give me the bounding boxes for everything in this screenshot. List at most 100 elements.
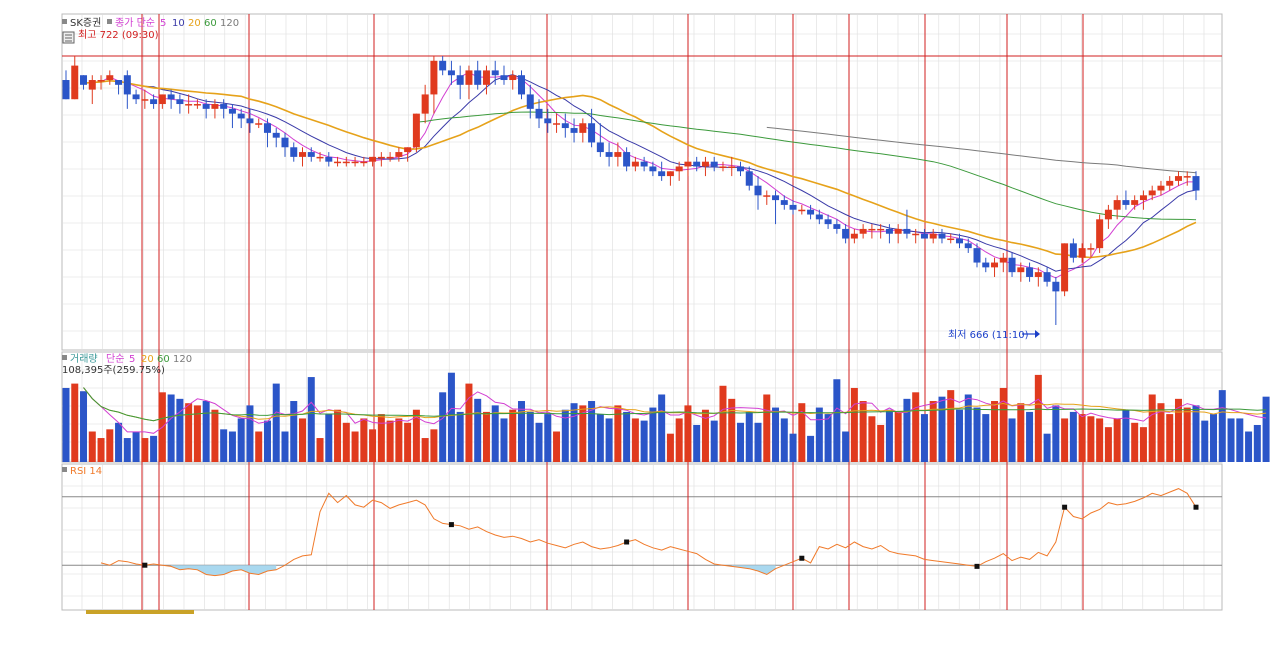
candle-body bbox=[606, 152, 613, 157]
candle-body bbox=[623, 152, 630, 166]
candle-body bbox=[667, 171, 674, 176]
volume-bar bbox=[921, 414, 928, 462]
ma-legend-bullet bbox=[107, 19, 112, 24]
candle-body bbox=[509, 75, 516, 80]
candle-body bbox=[921, 234, 928, 239]
volume-bar bbox=[1017, 403, 1024, 462]
volume-bar bbox=[518, 401, 525, 462]
candle-body bbox=[168, 94, 175, 99]
stock-name[interactable]: SK증권 bbox=[70, 17, 101, 29]
volume-bar bbox=[711, 421, 718, 462]
candle-body bbox=[89, 80, 96, 90]
volume-bar bbox=[903, 399, 910, 462]
volume-bar bbox=[185, 403, 192, 462]
volume-bar bbox=[325, 414, 332, 462]
volume-bar bbox=[343, 423, 350, 462]
candle-body bbox=[360, 162, 367, 164]
candle-body bbox=[982, 263, 989, 268]
candle-body bbox=[903, 229, 910, 234]
candle-body bbox=[211, 104, 218, 109]
ma-legend-title: 종가 단순 bbox=[115, 17, 155, 29]
volume-bar bbox=[273, 384, 280, 462]
candle-body bbox=[693, 162, 700, 167]
candle-body bbox=[395, 152, 402, 157]
volume-bar bbox=[1061, 418, 1068, 462]
candle-body bbox=[860, 229, 867, 234]
volume-bar bbox=[89, 432, 96, 462]
volume-bar bbox=[150, 436, 157, 462]
volume-bar bbox=[1026, 412, 1033, 462]
volume-bar bbox=[220, 429, 227, 462]
volume-bar bbox=[281, 432, 288, 462]
chart-canvas: SK증권 종가 단순 5 10 20 60 120 최고 722 (09:30)… bbox=[0, 0, 1284, 659]
candle-body bbox=[387, 157, 394, 159]
candle-body bbox=[238, 114, 245, 119]
candle-body bbox=[422, 94, 429, 113]
candle-body bbox=[483, 70, 490, 84]
candle-body bbox=[343, 162, 350, 164]
volume-bar bbox=[623, 412, 630, 462]
volume-bar bbox=[527, 412, 534, 462]
volume-bar bbox=[658, 394, 665, 462]
volume-bar bbox=[965, 394, 972, 462]
volume-bar bbox=[229, 432, 236, 462]
volume-bar bbox=[98, 438, 105, 462]
volume-bar bbox=[1140, 427, 1147, 462]
candle-body bbox=[684, 162, 691, 167]
candle-body bbox=[185, 104, 192, 106]
volume-bar bbox=[571, 403, 578, 462]
volume-bar bbox=[133, 432, 140, 462]
volume-bar bbox=[430, 429, 437, 462]
candle-body bbox=[1105, 210, 1112, 220]
candle-body bbox=[176, 99, 183, 104]
candle-body bbox=[991, 263, 998, 268]
volume-bar bbox=[877, 425, 884, 462]
candle-body bbox=[246, 118, 253, 123]
volume-bar bbox=[1070, 412, 1077, 462]
candle-body bbox=[115, 80, 122, 85]
volume-bar bbox=[851, 388, 858, 462]
candle-body bbox=[1140, 195, 1147, 200]
volume-bar bbox=[168, 394, 175, 462]
volume-bar bbox=[982, 414, 989, 462]
volume-bar bbox=[1009, 418, 1016, 462]
volume-bar bbox=[439, 392, 446, 462]
volume-bar bbox=[1079, 414, 1086, 462]
candle-body bbox=[290, 147, 297, 157]
volume-bar bbox=[816, 408, 823, 462]
candle-body bbox=[352, 162, 359, 164]
volume-value: 108,395주(259.75%) bbox=[62, 365, 165, 376]
volume-bar bbox=[246, 405, 253, 462]
candle-body bbox=[1009, 258, 1016, 272]
calculator-icon[interactable] bbox=[63, 32, 74, 43]
candle-body bbox=[614, 152, 621, 157]
volume-bar bbox=[1000, 388, 1007, 462]
volume-bar bbox=[203, 401, 210, 462]
ma-legend-5: 5 bbox=[160, 18, 166, 29]
volume-bar bbox=[763, 394, 770, 462]
volume-bar bbox=[886, 410, 893, 462]
volume-bar bbox=[536, 423, 543, 462]
candle-body bbox=[71, 66, 78, 100]
candle-body bbox=[308, 152, 315, 157]
volume-bar bbox=[632, 418, 639, 462]
candle-body bbox=[1122, 200, 1129, 205]
volume-bar bbox=[1131, 423, 1138, 462]
candle-body bbox=[500, 75, 507, 80]
rsi-title: RSI 14 bbox=[70, 466, 102, 477]
volume-bar bbox=[290, 401, 297, 462]
volume-bar bbox=[176, 399, 183, 462]
volume-legend-bullet bbox=[62, 355, 67, 360]
volume-bar bbox=[553, 432, 560, 462]
candle-body bbox=[299, 152, 306, 157]
candle-body bbox=[194, 104, 201, 106]
scroll-thumb[interactable] bbox=[86, 610, 194, 614]
candle-body bbox=[1070, 243, 1077, 257]
rsi-marker bbox=[975, 564, 980, 569]
candle-body bbox=[448, 70, 455, 75]
candle-body bbox=[711, 162, 718, 167]
candle-body bbox=[965, 243, 972, 248]
volume-bar bbox=[667, 434, 674, 462]
candle-body bbox=[536, 109, 543, 119]
rsi-marker bbox=[799, 556, 804, 561]
